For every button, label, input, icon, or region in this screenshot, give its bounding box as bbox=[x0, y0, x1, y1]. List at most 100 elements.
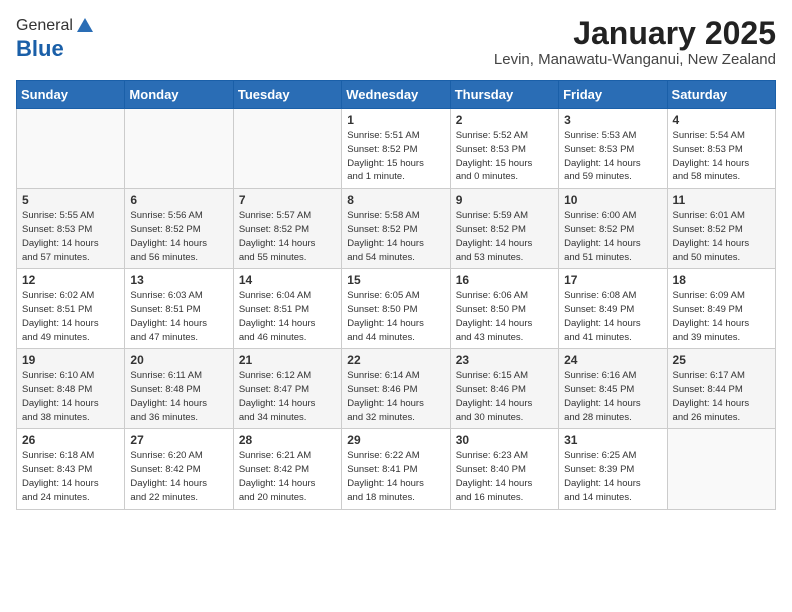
calendar-cell: 12 Sunrise: 6:02 AMSunset: 8:51 PMDayligh… bbox=[17, 269, 125, 349]
day-number: 25 bbox=[673, 353, 770, 367]
calendar-cell: 4 Sunrise: 5:54 AMSunset: 8:53 PMDaylight… bbox=[667, 109, 775, 189]
day-info: Sunrise: 5:59 AMSunset: 8:52 PMDaylight:… bbox=[456, 209, 553, 264]
day-info: Sunrise: 6:16 AMSunset: 8:45 PMDaylight:… bbox=[564, 369, 661, 424]
day-number: 23 bbox=[456, 353, 553, 367]
day-info: Sunrise: 5:56 AMSunset: 8:52 PMDaylight:… bbox=[130, 209, 227, 264]
day-number: 15 bbox=[347, 273, 444, 287]
calendar-cell: 20Sunrise: 6:11 AMSunset: 8:48 PMDayligh… bbox=[125, 349, 233, 429]
day-info: Sunrise: 6:14 AMSunset: 8:46 PMDaylight:… bbox=[347, 369, 444, 424]
logo: General Blue bbox=[16, 16, 95, 62]
day-number: 4 bbox=[673, 113, 770, 127]
day-number: 11 bbox=[673, 193, 770, 207]
day-number: 30 bbox=[456, 433, 553, 447]
weekday-header: Sunday bbox=[17, 81, 125, 109]
calendar-cell: 7 Sunrise: 5:57 AMSunset: 8:52 PMDaylight… bbox=[233, 189, 341, 269]
day-number: 14 bbox=[239, 273, 336, 287]
calendar-cell: 25 Sunrise: 6:17 AMSunset: 8:44 PMDayligh… bbox=[667, 349, 775, 429]
calendar-cell: 11 Sunrise: 6:01 AMSunset: 8:52 PMDayligh… bbox=[667, 189, 775, 269]
calendar-week-row: 5 Sunrise: 5:55 AMSunset: 8:53 PMDaylight… bbox=[17, 189, 776, 269]
day-number: 24 bbox=[564, 353, 661, 367]
calendar-header-row: SundayMondayTuesdayWednesdayThursdayFrid… bbox=[17, 81, 776, 109]
day-info: Sunrise: 6:03 AMSunset: 8:51 PMDaylight:… bbox=[130, 289, 227, 344]
day-number: 12 bbox=[22, 273, 119, 287]
calendar-week-row: 12 Sunrise: 6:02 AMSunset: 8:51 PMDayligh… bbox=[17, 269, 776, 349]
day-number: 7 bbox=[239, 193, 336, 207]
day-number: 8 bbox=[347, 193, 444, 207]
day-number: 9 bbox=[456, 193, 553, 207]
day-info: Sunrise: 6:20 AMSunset: 8:42 PMDaylight:… bbox=[130, 449, 227, 504]
day-info: Sunrise: 6:01 AMSunset: 8:52 PMDaylight:… bbox=[673, 209, 770, 264]
calendar-cell: 1 Sunrise: 5:51 AMSunset: 8:52 PMDaylight… bbox=[342, 109, 450, 189]
day-number: 13 bbox=[130, 273, 227, 287]
weekday-header: Saturday bbox=[667, 81, 775, 109]
day-number: 18 bbox=[673, 273, 770, 287]
day-number: 1 bbox=[347, 113, 444, 127]
calendar-week-row: 1 Sunrise: 5:51 AMSunset: 8:52 PMDaylight… bbox=[17, 109, 776, 189]
day-info: Sunrise: 6:12 AMSunset: 8:47 PMDaylight:… bbox=[239, 369, 336, 424]
logo-general-text: General bbox=[16, 17, 73, 35]
logo-icon bbox=[75, 16, 95, 36]
day-info: Sunrise: 6:15 AMSunset: 8:46 PMDaylight:… bbox=[456, 369, 553, 424]
location-text: Levin, Manawatu-Wanganui, New Zealand bbox=[494, 51, 776, 68]
day-info: Sunrise: 6:02 AMSunset: 8:51 PMDaylight:… bbox=[22, 289, 119, 344]
calendar-cell bbox=[125, 109, 233, 189]
weekday-header: Monday bbox=[125, 81, 233, 109]
day-number: 10 bbox=[564, 193, 661, 207]
day-number: 19 bbox=[22, 353, 119, 367]
day-number: 6 bbox=[130, 193, 227, 207]
calendar-cell: 16Sunrise: 6:06 AMSunset: 8:50 PMDayligh… bbox=[450, 269, 558, 349]
day-number: 20 bbox=[130, 353, 227, 367]
day-number: 29 bbox=[347, 433, 444, 447]
calendar-table: SundayMondayTuesdayWednesdayThursdayFrid… bbox=[16, 80, 776, 509]
day-number: 3 bbox=[564, 113, 661, 127]
day-info: Sunrise: 5:51 AMSunset: 8:52 PMDaylight:… bbox=[347, 129, 444, 184]
calendar-cell: 27 Sunrise: 6:20 AMSunset: 8:42 PMDayligh… bbox=[125, 429, 233, 509]
title-block: January 2025 Levin, Manawatu-Wanganui, N… bbox=[494, 16, 776, 68]
page-header: General Blue January 2025 Levin, Manawat… bbox=[16, 16, 776, 68]
calendar-cell: 5 Sunrise: 5:55 AMSunset: 8:53 PMDaylight… bbox=[17, 189, 125, 269]
day-info: Sunrise: 5:57 AMSunset: 8:52 PMDaylight:… bbox=[239, 209, 336, 264]
calendar-cell: 19 Sunrise: 6:10 AMSunset: 8:48 PMDayligh… bbox=[17, 349, 125, 429]
calendar-cell: 28 Sunrise: 6:21 AMSunset: 8:42 PMDayligh… bbox=[233, 429, 341, 509]
day-info: Sunrise: 6:17 AMSunset: 8:44 PMDaylight:… bbox=[673, 369, 770, 424]
day-info: Sunrise: 6:21 AMSunset: 8:42 PMDaylight:… bbox=[239, 449, 336, 504]
logo-blue-text: Blue bbox=[16, 36, 64, 62]
calendar-cell: 9 Sunrise: 5:59 AMSunset: 8:52 PMDaylight… bbox=[450, 189, 558, 269]
calendar-cell: 26 Sunrise: 6:18 AMSunset: 8:43 PMDayligh… bbox=[17, 429, 125, 509]
day-info: Sunrise: 6:00 AMSunset: 8:52 PMDaylight:… bbox=[564, 209, 661, 264]
day-number: 26 bbox=[22, 433, 119, 447]
weekday-header: Friday bbox=[559, 81, 667, 109]
day-number: 17 bbox=[564, 273, 661, 287]
calendar-cell: 31Sunrise: 6:25 AMSunset: 8:39 PMDayligh… bbox=[559, 429, 667, 509]
day-number: 27 bbox=[130, 433, 227, 447]
weekday-header: Wednesday bbox=[342, 81, 450, 109]
day-info: Sunrise: 6:18 AMSunset: 8:43 PMDaylight:… bbox=[22, 449, 119, 504]
calendar-cell: 18Sunrise: 6:09 AMSunset: 8:49 PMDayligh… bbox=[667, 269, 775, 349]
day-info: Sunrise: 5:54 AMSunset: 8:53 PMDaylight:… bbox=[673, 129, 770, 184]
calendar-cell bbox=[233, 109, 341, 189]
calendar-cell: 24 Sunrise: 6:16 AMSunset: 8:45 PMDayligh… bbox=[559, 349, 667, 429]
calendar-cell: 30Sunrise: 6:23 AMSunset: 8:40 PMDayligh… bbox=[450, 429, 558, 509]
calendar-cell: 29 Sunrise: 6:22 AMSunset: 8:41 PMDayligh… bbox=[342, 429, 450, 509]
calendar-cell: 21 Sunrise: 6:12 AMSunset: 8:47 PMDayligh… bbox=[233, 349, 341, 429]
day-info: Sunrise: 6:10 AMSunset: 8:48 PMDaylight:… bbox=[22, 369, 119, 424]
day-number: 22 bbox=[347, 353, 444, 367]
calendar-cell: 17 Sunrise: 6:08 AMSunset: 8:49 PMDayligh… bbox=[559, 269, 667, 349]
day-number: 21 bbox=[239, 353, 336, 367]
calendar-cell bbox=[17, 109, 125, 189]
day-info: Sunrise: 6:05 AMSunset: 8:50 PMDaylight:… bbox=[347, 289, 444, 344]
day-number: 28 bbox=[239, 433, 336, 447]
day-info: Sunrise: 5:52 AMSunset: 8:53 PMDaylight:… bbox=[456, 129, 553, 184]
day-info: Sunrise: 5:53 AMSunset: 8:53 PMDaylight:… bbox=[564, 129, 661, 184]
calendar-cell: 2Sunrise: 5:52 AMSunset: 8:53 PMDaylight… bbox=[450, 109, 558, 189]
calendar-cell: 15 Sunrise: 6:05 AMSunset: 8:50 PMDayligh… bbox=[342, 269, 450, 349]
day-info: Sunrise: 6:25 AMSunset: 8:39 PMDaylight:… bbox=[564, 449, 661, 504]
calendar-cell: 10 Sunrise: 6:00 AMSunset: 8:52 PMDayligh… bbox=[559, 189, 667, 269]
calendar-cell: 8Sunrise: 5:58 AMSunset: 8:52 PMDaylight… bbox=[342, 189, 450, 269]
day-info: Sunrise: 5:55 AMSunset: 8:53 PMDaylight:… bbox=[22, 209, 119, 264]
day-info: Sunrise: 6:08 AMSunset: 8:49 PMDaylight:… bbox=[564, 289, 661, 344]
day-info: Sunrise: 6:22 AMSunset: 8:41 PMDaylight:… bbox=[347, 449, 444, 504]
calendar-cell: 13 Sunrise: 6:03 AMSunset: 8:51 PMDayligh… bbox=[125, 269, 233, 349]
calendar-week-row: 19 Sunrise: 6:10 AMSunset: 8:48 PMDayligh… bbox=[17, 349, 776, 429]
day-number: 5 bbox=[22, 193, 119, 207]
